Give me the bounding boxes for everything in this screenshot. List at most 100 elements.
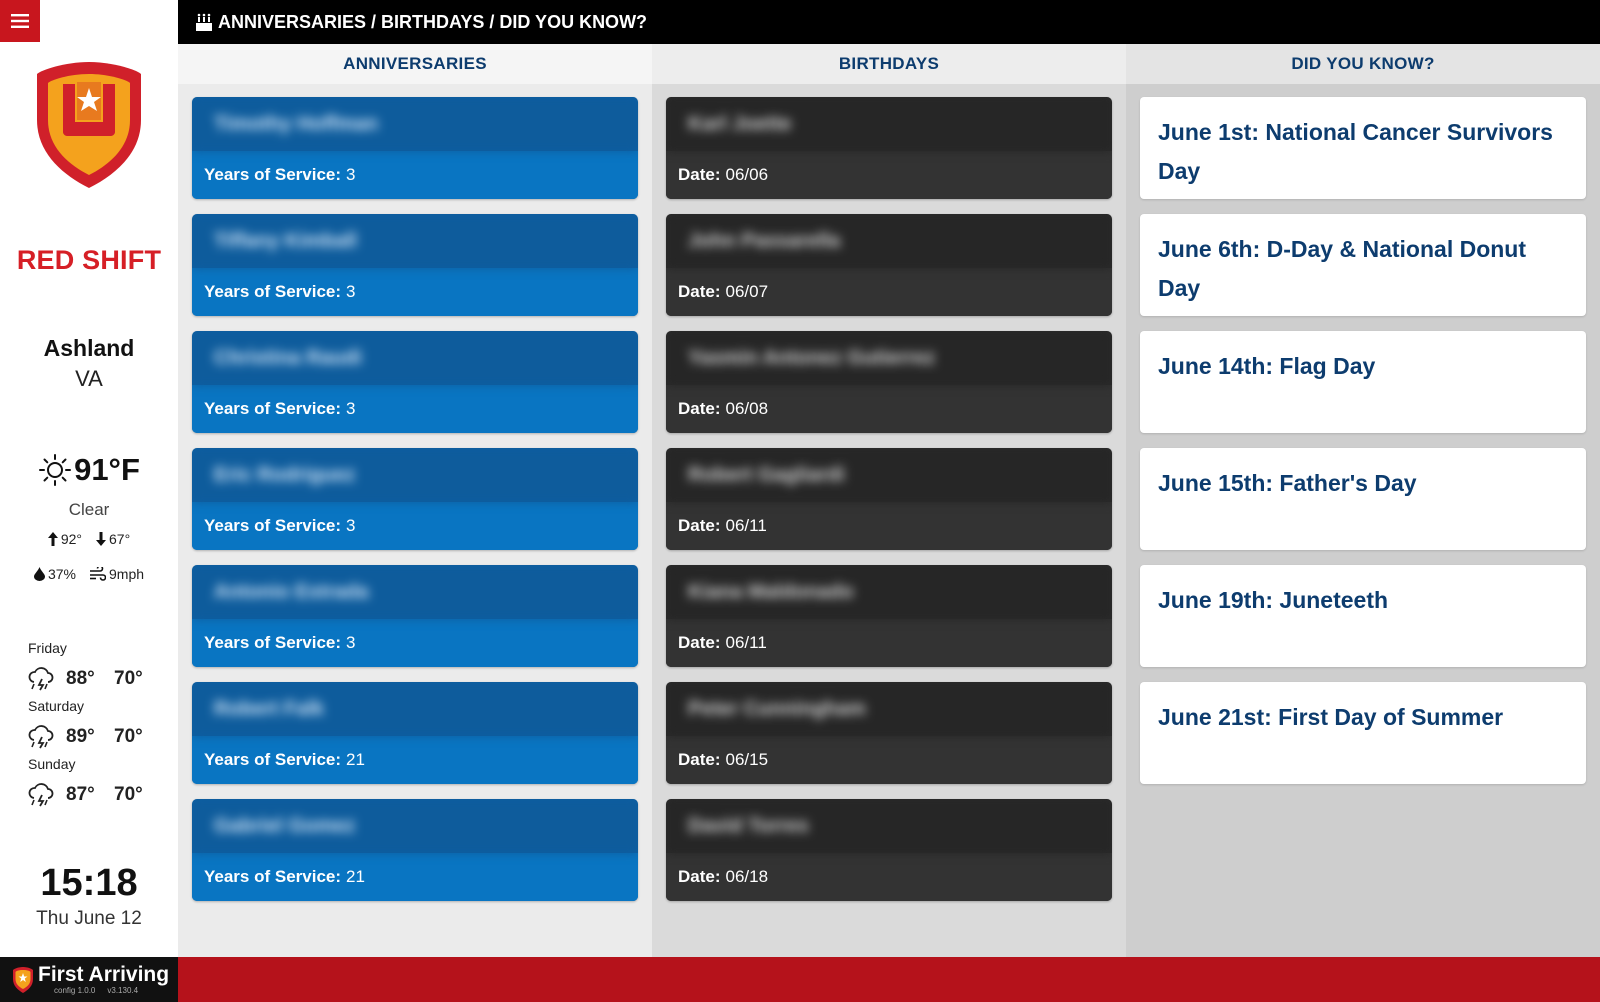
birthdays-list: Karl Joette Date: 06/06 John Passarella D… <box>666 97 1112 916</box>
employee-name: Timothy Hoffman <box>192 97 638 151</box>
page-title: ANNIVERSARIES / BIRTHDAYS / DID YOU KNOW… <box>218 11 648 32</box>
water-drop-icon <box>33 567 45 581</box>
footer-config: config 1.0.0 <box>54 986 96 995</box>
birthday-cake-icon <box>196 13 212 31</box>
employee-name: Christina Raudi <box>192 331 638 385</box>
date-label: Date: <box>678 282 721 301</box>
high-low: 92° 67° <box>0 531 178 547</box>
footer-version: v3.130.4 <box>107 986 139 995</box>
low-temp: 67° <box>96 531 130 547</box>
employee-name: Karl Joette <box>666 97 1112 151</box>
date-label: Date: <box>678 867 721 886</box>
thunderstorm-icon <box>28 725 54 749</box>
employee-name: Yasmin Antonez Gutierrez <box>666 331 1112 385</box>
employee-name: Peter Cunningham <box>666 682 1112 736</box>
date-label: Date: <box>678 633 721 652</box>
location-city: Ashland <box>43 335 135 361</box>
employee-name: Tiffany Kimball <box>192 214 638 268</box>
location-state: VA <box>75 366 103 391</box>
birthday-card: Peter Cunningham Date: 06/15 <box>666 682 1112 784</box>
years-of-service-value: 3 <box>346 282 356 301</box>
years-of-service-label: Years of Service: <box>204 399 342 418</box>
date-label: Date: <box>678 399 721 418</box>
arrow-down-icon <box>96 532 106 546</box>
years-of-service-label: Years of Service: <box>204 867 342 886</box>
forecast-low: 70° <box>114 726 143 747</box>
anniversaries-header: ANNIVERSARIES <box>178 44 652 84</box>
years-of-service-label: Years of Service: <box>204 165 342 184</box>
years-of-service-label: Years of Service: <box>204 750 342 769</box>
thunderstorm-icon <box>28 783 54 807</box>
weather-condition: Clear <box>68 500 110 519</box>
employee-name: Robert Gagliardi <box>666 448 1112 502</box>
years-of-service-value: 3 <box>346 165 356 184</box>
employee-name: Eric Rodriguez <box>192 448 638 502</box>
clock-date: Thu June 12 <box>36 908 142 929</box>
thunderstorm-icon <box>28 667 54 691</box>
date-label: Date: <box>678 750 721 769</box>
birthday-card: Kiana Maldonado Date: 06/11 <box>666 565 1112 667</box>
birthday-date: 06/15 <box>725 750 769 769</box>
birthday-card: Karl Joette Date: 06/06 <box>666 97 1112 199</box>
current-weather: 91°F <box>0 452 178 488</box>
fact-card: June 15th: Father's Day <box>1140 448 1586 550</box>
sun-icon <box>39 454 72 486</box>
forecast-low: 70° <box>114 784 143 805</box>
fact-card: June 6th: D-Day & National Donut Day <box>1140 214 1586 316</box>
anniversary-card: Gabriel Gomez Years of Service: 21 <box>192 799 638 901</box>
years-of-service-label: Years of Service: <box>204 516 342 535</box>
years-of-service-label: Years of Service: <box>204 282 342 301</box>
anniversary-card: Christina Raudi Years of Service: 3 <box>192 331 638 433</box>
years-of-service-value: 3 <box>346 399 356 418</box>
fact-card: June 14th: Flag Day <box>1140 331 1586 433</box>
sidebar: RED SHIFT Ashland VA 91°F Clear 92° 67° … <box>0 0 178 957</box>
wind-icon <box>90 567 106 581</box>
anniversaries-list: Timothy Hoffman Years of Service: 3 Tiffa… <box>192 97 638 916</box>
hamburger-menu-icon <box>11 14 29 28</box>
employee-name: David Torres <box>666 799 1112 853</box>
anniversary-card: Antonio Estrada Years of Service: 3 <box>192 565 638 667</box>
employee-name: John Passarella <box>666 214 1112 268</box>
anniversary-card: Tiffany Kimball Years of Service: 3 <box>192 214 638 316</box>
employee-name: Antonio Estrada <box>192 565 638 619</box>
birthday-date: 06/06 <box>725 165 769 184</box>
clock-time: 15:18 <box>40 862 138 904</box>
employee-name: Kiana Maldonado <box>666 565 1112 619</box>
fact-card: June 21st: First Day of Summer <box>1140 682 1586 784</box>
wind: 9mph <box>90 566 144 582</box>
employee-name: Gabriel Gomez <box>192 799 638 853</box>
birthday-date: 06/11 <box>725 516 767 535</box>
menu-button[interactable] <box>0 0 40 42</box>
forecast-low: 70° <box>114 668 143 689</box>
birthdays-column: BIRTHDAYS Karl Joette Date: 06/06 John Pa… <box>652 44 1126 957</box>
employee-name: Robert Falk <box>192 682 638 736</box>
did-you-know-list: June 1st: National Cancer Survivors Day … <box>1140 97 1586 799</box>
forecast-high: 88° <box>66 668 95 689</box>
anniversaries-column: ANNIVERSARIES Timothy Hoffman Years of S… <box>178 44 652 957</box>
footer-brand-name: First Arriving <box>38 963 170 986</box>
forecast-day: Saturday 89° 70° <box>28 698 143 749</box>
fact-card: June 1st: National Cancer Survivors Day <box>1140 97 1586 199</box>
forecast-day: Friday 88° 70° <box>28 640 143 691</box>
humidity: 37% <box>33 566 76 582</box>
forecast-day: Sunday 87° 70° <box>28 756 143 807</box>
arrow-up-icon <box>47 532 58 546</box>
anniversary-card: Robert Falk Years of Service: 21 <box>192 682 638 784</box>
birthday-date: 06/11 <box>725 633 767 652</box>
humidity-wind: 37% 9mph <box>0 566 178 582</box>
birthday-card: David Torres Date: 06/18 <box>666 799 1112 901</box>
footer-bar <box>178 957 1600 1002</box>
did-you-know-column: DID YOU KNOW? June 1st: National Cancer … <box>1126 44 1600 957</box>
birthday-date: 06/07 <box>725 282 769 301</box>
birthday-card: Yasmin Antonez Gutierrez Date: 06/08 <box>666 331 1112 433</box>
birthdays-header: BIRTHDAYS <box>652 44 1126 84</box>
top-bar: ANNIVERSARIES / BIRTHDAYS / DID YOU KNOW… <box>178 0 1600 44</box>
years-of-service-value: 21 <box>346 750 365 769</box>
birthday-card: Robert Gagliardi Date: 06/11 <box>666 448 1112 550</box>
brand-name: RED SHIFT <box>16 245 162 275</box>
years-of-service-value: 3 <box>346 516 356 535</box>
current-temperature: 91°F <box>74 452 140 487</box>
fact-card: June 19th: Juneteeth <box>1140 565 1586 667</box>
years-of-service-label: Years of Service: <box>204 633 342 652</box>
high-temp: 92° <box>47 531 82 547</box>
